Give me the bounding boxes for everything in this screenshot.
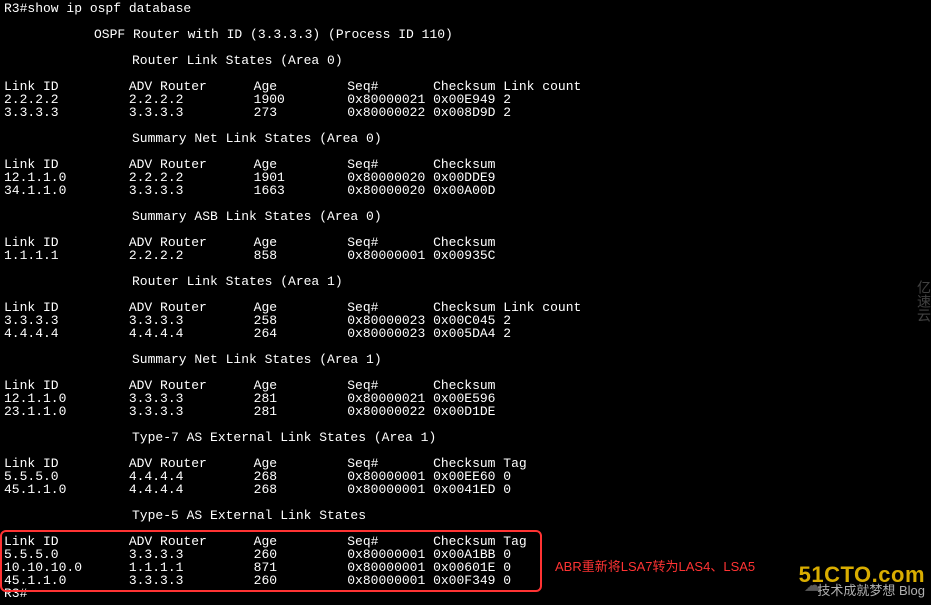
table-row: 1.1.1.1 2.2.2.2 858 0x80000001 0x00935C — [4, 249, 927, 262]
prompt-line[interactable]: R3# — [4, 587, 927, 600]
section-title: Type-7 AS External Link States (Area 1) — [132, 431, 927, 444]
section-title: Router Link States (Area 1) — [132, 275, 927, 288]
side-watermark: 亿速云 — [916, 280, 929, 322]
table-row: 23.1.1.0 3.3.3.3 281 0x80000022 0x00D1DE — [4, 405, 927, 418]
table-row: 45.1.1.0 4.4.4.4 268 0x80000001 0x0041ED… — [4, 483, 927, 496]
watermark-logo: 51CTO.com — [799, 568, 925, 581]
section-title: Summary Net Link States (Area 1) — [132, 353, 927, 366]
section-title: Type-5 AS External Link States — [132, 509, 927, 522]
ospf-header: OSPF Router with ID (3.3.3.3) (Process I… — [94, 28, 927, 41]
table-row: 3.3.3.3 3.3.3.3 273 0x80000022 0x008D9D … — [4, 106, 927, 119]
command-line: R3#show ip ospf database — [4, 2, 927, 15]
section-title: Router Link States (Area 0) — [132, 54, 927, 67]
table-row: 34.1.1.0 3.3.3.3 1663 0x80000020 0x00A00… — [4, 184, 927, 197]
table-row: 45.1.1.0 3.3.3.3 260 0x80000001 0x00F349… — [4, 574, 927, 587]
section-title: Summary ASB Link States (Area 0) — [132, 210, 927, 223]
section-title: Summary Net Link States (Area 0) — [132, 132, 927, 145]
table-row: 4.4.4.4 4.4.4.4 264 0x80000023 0x005DA4 … — [4, 327, 927, 340]
annotation-text: ABR重新将LSA7转为LAS4、LSA5 — [555, 560, 755, 573]
watermark-subtitle: 技术成就梦想 Blog — [817, 584, 925, 597]
